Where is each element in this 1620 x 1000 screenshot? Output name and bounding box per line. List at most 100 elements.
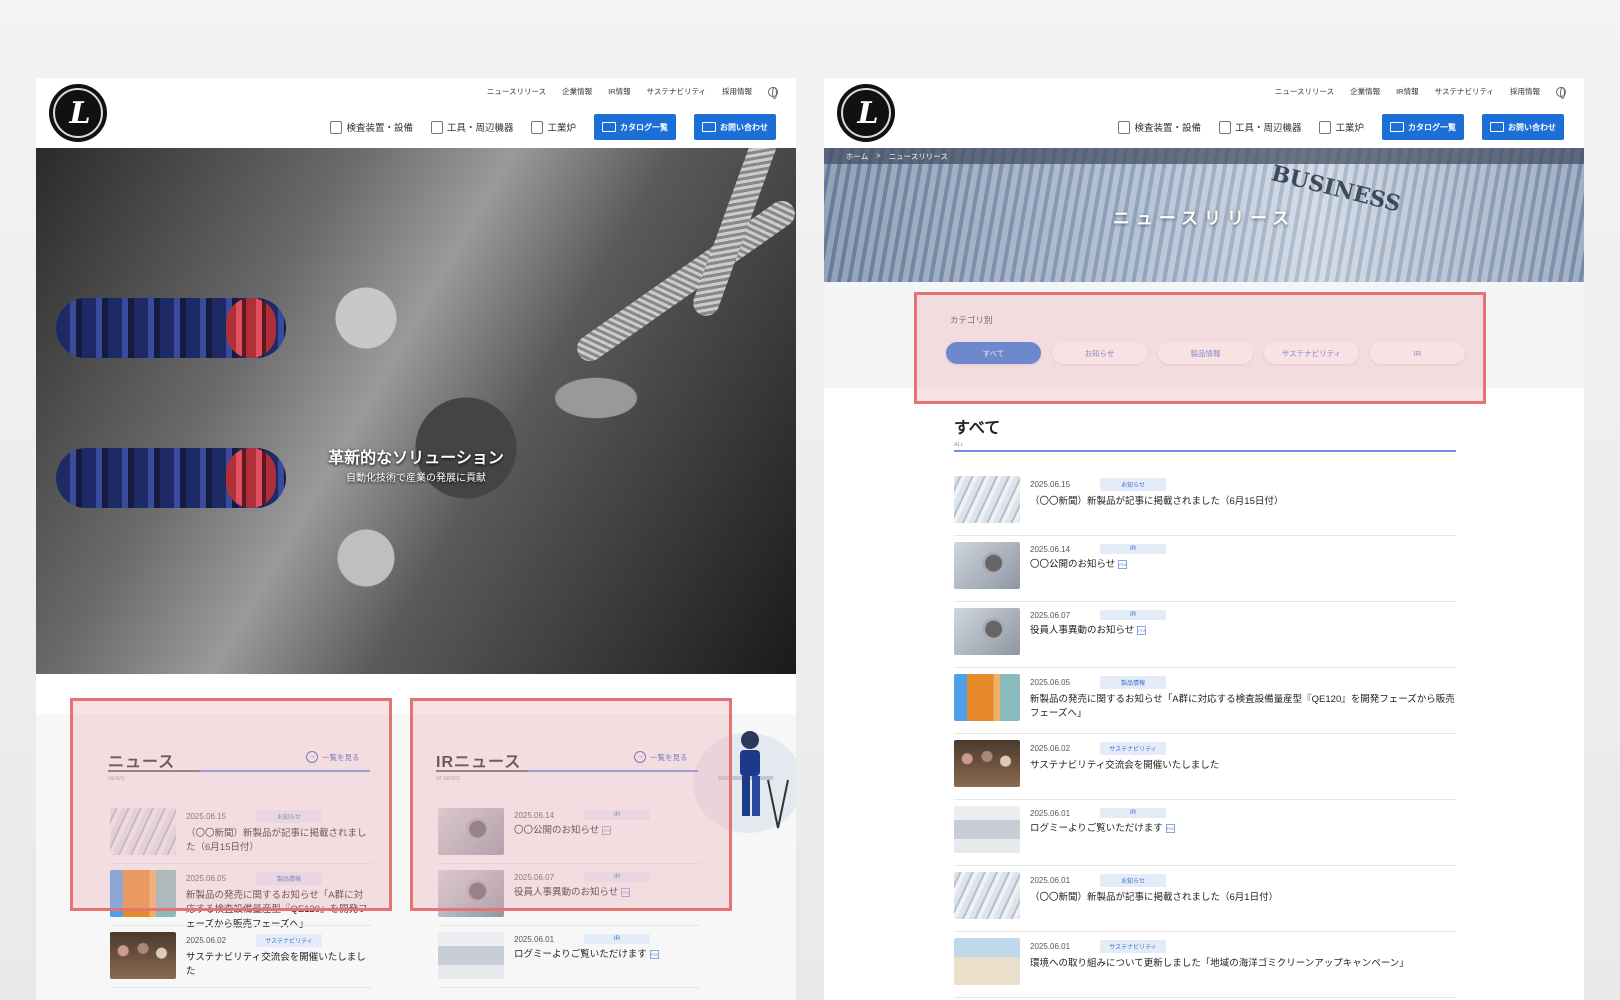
mail-icon [702,122,716,132]
site-header: L ニュースリリース 企業情報 IR情報 サステナビリティ 採用情報 検査装置・… [824,78,1584,148]
logo[interactable]: L [837,84,895,142]
news-title: ログミーよりご覧いただけます PDF [514,948,700,962]
news-body: 2025.06.02 サステナビリティ サステナビリティ交流会を開催いたしました [186,932,372,980]
utility-nav: ニュースリリース 企業情報 IR情報 サステナビリティ 採用情報 [487,86,778,99]
util-link-company[interactable]: 企業情報 [1350,86,1380,97]
pdf-icon: PDF [1165,823,1175,833]
row-separator [438,925,700,926]
list-item[interactable]: 2025.06.02 サステナビリティ サステナビリティ交流会を開催いたしました [954,740,1456,787]
catalog-label: カタログ一覧 [1408,122,1456,132]
nav-furnace[interactable]: 工業炉 [531,120,576,134]
news-date: 2025.06.14 [1030,544,1071,554]
news-date: 2025.06.15 [1030,480,1071,489]
util-link-ir[interactable]: IR情報 [608,86,631,97]
breadcrumb-home[interactable]: ホーム [846,151,868,162]
news-meta: 2025.06.02 サステナビリティ [1030,742,1456,755]
row-separator [110,925,372,926]
news-text: 〇〇公開のお知らせ [1030,559,1116,570]
news-title: 〇〇公開のお知らせ PDF [1030,558,1456,572]
news-text: 環境への取り組みについて更新しました「地域の海洋ゴミクリーンアップキャンペーン」 [1030,958,1409,969]
list-item[interactable]: 2025.06.01 サステナビリティ 環境への取り組みについて更新しました「地域の… [954,938,1456,985]
highlight-news [70,698,392,911]
page-title: ニュースリリース [1112,209,1296,228]
news-body: 2025.06.05 製品情報 新製品の発売に関するお知らせ「A群に対応する検査設備… [1030,674,1456,722]
news-tag: サステナビリティ [1100,742,1167,755]
news-thumbnail [954,674,1020,721]
list-item[interactable]: 2025.06.14 IR 〇〇公開のお知らせ PDF [954,542,1456,589]
pdf-icon: PDF [649,949,659,959]
news-date: 2025.06.01 [514,934,555,944]
nav-tools[interactable]: 工具・周辺機器 [1218,120,1301,134]
news-thumbnail [954,806,1020,853]
news-tag: サステナビリティ [256,934,323,947]
util-link-news[interactable]: ニュースリリース [1275,86,1334,97]
breadcrumb-sep: > [876,151,881,160]
list-item[interactable]: 2025.06.01 IR ログミーよりご覧いただけます PDF [438,932,700,979]
news-thumbnail [954,608,1020,655]
news-text: ログミーよりご覧いただけます [514,949,647,960]
news-meta: 2025.06.02 サステナビリティ [186,934,372,947]
catalog-button[interactable]: カタログ一覧 [1382,114,1464,140]
list-item[interactable]: 2025.06.05 製品情報 新製品の発売に関するお知らせ「A群に対応する検査設備… [954,674,1456,722]
contact-button[interactable]: お問い合わせ [694,114,776,140]
globe-icon[interactable] [768,86,778,99]
catalog-button[interactable]: カタログ一覧 [594,114,676,140]
news-date: 2025.06.02 [186,936,227,945]
news-title: 環境への取り組みについて更新しました「地域の海洋ゴミクリーンアップキャンペーン」 [1030,957,1456,971]
news-thumbnail [110,932,176,979]
nav-tools[interactable]: 工具・周辺機器 [430,120,513,134]
util-link-ir[interactable]: IR情報 [1396,86,1419,97]
news-tag: IR [1100,808,1167,818]
news-date: 2025.06.02 [1030,744,1071,753]
list-item[interactable]: 2025.06.07 IR 役員人事異動のお知らせ PDF [954,608,1456,655]
util-link-sustainability[interactable]: サステナビリティ [647,86,706,97]
news-text: 役員人事異動のお知らせ [1030,625,1135,636]
news-body: 2025.06.01 IR ログミーよりご覧いただけます PDF [514,932,700,979]
nav-inspection[interactable]: 検査装置・設備 [330,120,413,134]
util-link-news[interactable]: ニュースリリース [487,86,546,97]
hero-title: 革新的なソリューション [328,450,504,467]
inspection-icon [1118,120,1131,134]
main-nav: 検査装置・設備 工具・周辺機器 工業炉 カタログ一覧 お問い合わせ [1118,114,1564,140]
logo[interactable]: L [49,84,107,142]
spring-shape [226,298,276,358]
nav-inspection[interactable]: 検査装置・設備 [1118,120,1201,134]
news-tag: サステナビリティ [1100,940,1167,953]
util-link-company[interactable]: 企業情報 [562,86,592,97]
nav-furnace[interactable]: 工業炉 [1319,120,1364,134]
news-meta: 2025.06.01 お知らせ [1030,874,1456,887]
news-body: 2025.06.07 IR 役員人事異動のお知らせ PDF [1030,608,1456,655]
contact-label: お問い合わせ [1508,122,1556,132]
util-link-recruit[interactable]: 採用情報 [1510,86,1540,97]
nav-label: 検査装置・設備 [346,123,413,134]
nav-label: 工業炉 [547,123,576,134]
news-meta: 2025.06.14 IR [1030,544,1456,554]
row-separator [954,733,1456,734]
news-thumbnail [954,872,1020,919]
furnace-icon [1319,120,1332,134]
news-meta: 2025.06.15 お知らせ [1030,478,1456,491]
news-tag: IR [584,934,651,944]
contact-button[interactable]: お問い合わせ [1482,114,1564,140]
list-item[interactable]: 2025.06.15 お知らせ （〇〇新聞）新製品が記事に掲載されました（6月15日… [954,476,1456,523]
list-item[interactable]: 2025.06.02 サステナビリティ サステナビリティ交流会を開催いたしました [110,932,372,980]
list-item[interactable]: 2025.06.01 IR ログミーよりご覧いただけます PDF [954,806,1456,853]
util-link-sustainability[interactable]: サステナビリティ [1435,86,1494,97]
globe-icon[interactable] [1556,86,1566,99]
list-item[interactable]: 2025.06.01 お知らせ （〇〇新聞）新製品が記事に掲載されました（6月1日付… [954,872,1456,919]
row-separator [954,535,1456,536]
news-title: 役員人事異動のお知らせ PDF [1030,624,1456,638]
news-tag: お知らせ [1100,874,1167,887]
book-icon [602,122,616,132]
util-link-recruit[interactable]: 採用情報 [722,86,752,97]
row-separator [954,865,1456,866]
news-release-page-mockup: L ニュースリリース 企業情報 IR情報 サステナビリティ 採用情報 検査装置・… [824,78,1584,1000]
news-meta: 2025.06.07 IR [1030,610,1456,620]
news-thumbnail [954,476,1020,523]
utility-nav: ニュースリリース 企業情報 IR情報 サステナビリティ 採用情報 [1275,86,1566,99]
hero-subtitle: 自動化技術で産業の発展に貢献 [346,473,486,484]
book-icon [1390,122,1404,132]
news-title: （〇〇新聞）新製品が記事に掲載されました（6月15日付） [1030,495,1456,509]
mail-icon [1490,122,1504,132]
row-separator [954,931,1456,932]
